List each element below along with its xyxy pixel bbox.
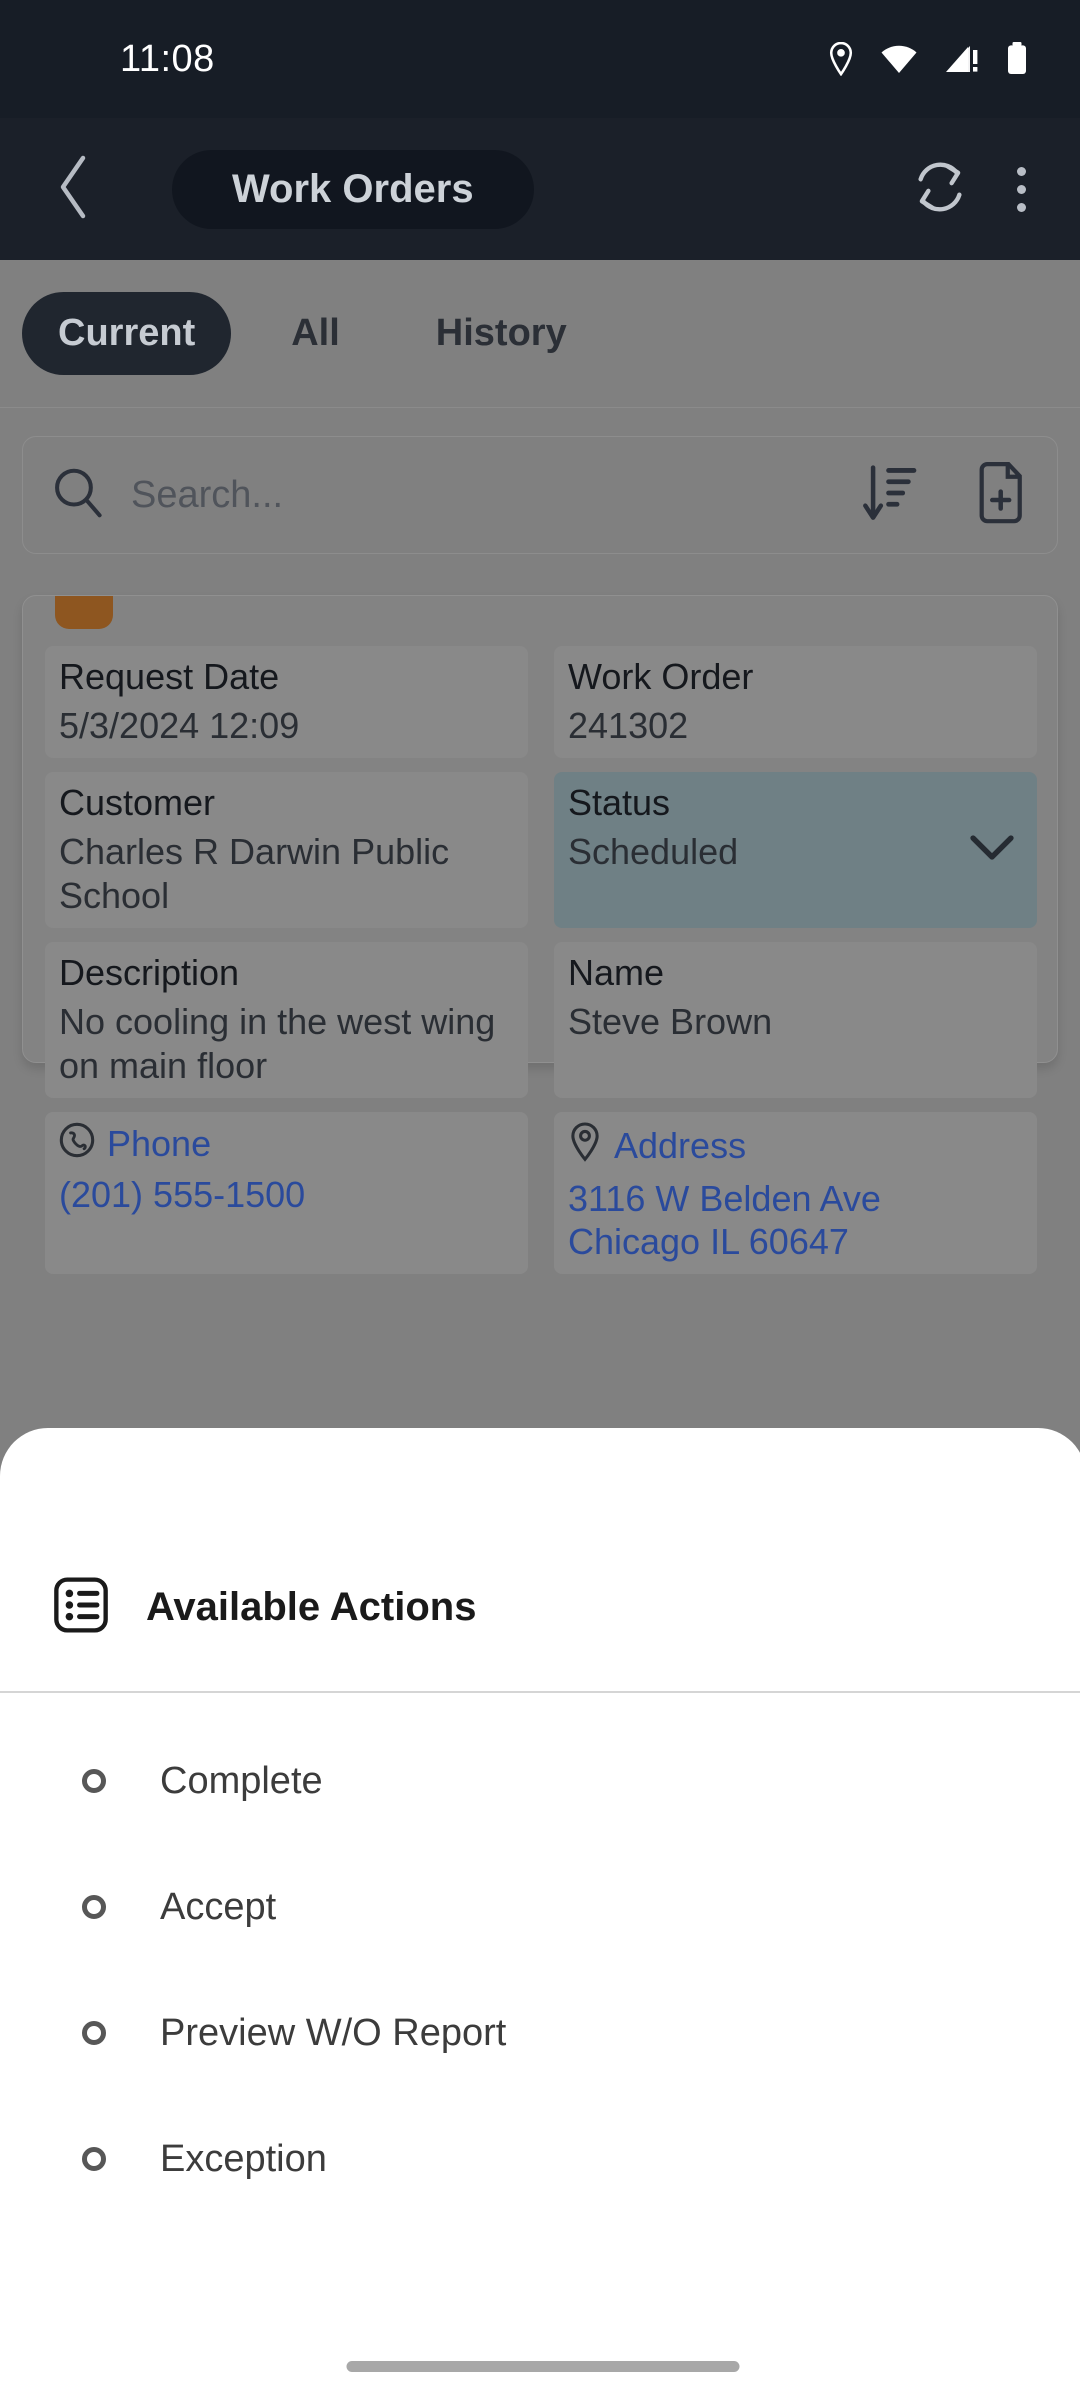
sheet-divider [0,1691,1080,1693]
field-label: Status [568,781,671,823]
field-row-customer-status: Customer Charles R Darwin Public School … [45,771,1037,928]
battery-icon [1006,42,1028,76]
field-value-link-line2[interactable]: Chicago IL 60647 [568,1220,1023,1264]
cellular-alert-icon [944,44,980,74]
field-value-link-line1[interactable]: 3116 W Belden Ave [568,1177,1023,1221]
field-value: Scheduled [568,830,739,872]
field-value: Charles R Darwin Public School [59,830,450,916]
sheet-title: Available Actions [146,1585,477,1629]
more-vertical-icon[interactable] [999,157,1044,222]
field-value: 5/3/2024 12:09 [59,705,300,746]
field-status-dropdown[interactable]: Status Scheduled [554,771,1037,928]
radio-ring-icon [82,2021,106,2045]
field-row-date-order: Request Date 5/3/2024 12:09 Work Order 2… [45,646,1037,758]
radio-ring-icon [82,2147,106,2171]
field-work-order-number: Work Order 241302 [554,646,1037,758]
location-pin-icon [828,42,854,76]
search-icon [51,466,105,525]
field-request-date: Request Date 5/3/2024 12:09 [45,646,528,758]
sort-descending-icon[interactable] [861,462,919,529]
field-label-text: Address [614,1125,747,1167]
list-box-icon [52,1576,110,1639]
field-value-link[interactable]: (201) 555-1500 [59,1173,514,1217]
search-placeholder-text: Search... [131,473,284,516]
chevron-down-icon[interactable] [969,832,1015,867]
wifi-icon [880,44,918,74]
action-label: Accept [160,1885,277,1928]
tab-all[interactable]: All [255,292,376,375]
field-row-description-name: Description No cooling in the west wing … [45,941,1037,1098]
action-label: Exception [160,2137,327,2180]
chevron-left-icon [53,154,93,225]
field-label: Customer [59,781,216,823]
field-value: Steve Brown [568,1000,773,1042]
status-bar: 11:08 [0,0,1080,118]
file-plus-icon[interactable] [971,461,1029,529]
app-bar: Work Orders [0,118,1080,260]
field-label: Description [59,951,240,993]
field-customer: Customer Charles R Darwin Public School [45,771,528,928]
search-input[interactable]: Search... [51,466,861,525]
field-description: Description No cooling in the west wing … [45,941,528,1098]
status-bar-icons [828,42,1028,76]
screen-title-pill: Work Orders [172,149,534,229]
back-button[interactable] [18,154,128,225]
available-actions-sheet: Available Actions Complete Accept Previe… [0,1428,1080,2400]
field-label: Work Order [568,656,754,697]
action-label: Preview W/O Report [160,2011,507,2054]
sync-refresh-icon[interactable] [909,156,971,223]
field-label: Request Date [59,656,280,697]
action-item-accept[interactable]: Accept [0,1844,1080,1970]
page-title: Work Orders [232,166,474,211]
tab-bar: Current All History [0,260,1080,408]
map-pin-icon [568,1121,602,1171]
field-label-with-icon: Address [568,1121,1023,1171]
tab-current[interactable]: Current [22,292,232,375]
field-phone[interactable]: Phone (201) 555-1500 [45,1111,528,1275]
radio-ring-icon [82,1769,106,1793]
priority-bookmark-tab [55,596,113,629]
sheet-header: Available Actions [52,1576,476,1639]
field-label-with-icon: Phone [59,1122,514,1167]
app-screen: 11:08 Work Orders Current All History Se… [0,0,1080,2400]
radio-ring-icon [82,1895,106,1919]
action-item-complete[interactable]: Complete [0,1718,1080,1844]
home-indicator[interactable] [346,2361,740,2372]
work-order-fields: Request Date 5/3/2024 12:09 Work Order 2… [45,646,1037,1288]
field-label: Name [568,951,665,993]
search-bar[interactable]: Search... [22,436,1058,554]
actions-list: Complete Accept Preview W/O Report Excep… [0,1718,1080,2222]
field-label-text: Phone [107,1123,212,1165]
work-order-card[interactable]: Request Date 5/3/2024 12:09 Work Order 2… [22,595,1058,1275]
phone-circle-icon [59,1122,95,1167]
status-bar-clock: 11:08 [120,37,215,80]
field-contact-name: Name Steve Brown [554,941,1037,1098]
field-row-phone-address: Phone (201) 555-1500 Address 3116 W Beld… [45,1111,1037,1275]
field-address[interactable]: Address 3116 W Belden Ave Chicago IL 606… [554,1111,1037,1275]
search-action-icons [861,461,1029,529]
action-item-preview-report[interactable]: Preview W/O Report [0,1970,1080,2096]
field-value: No cooling in the west wing on main floo… [59,1000,496,1086]
action-item-exception[interactable]: Exception [0,2096,1080,2222]
app-bar-actions [909,156,1080,223]
field-value: 241302 [568,705,689,746]
action-label: Complete [160,1759,323,1802]
tab-history[interactable]: History [400,292,603,375]
